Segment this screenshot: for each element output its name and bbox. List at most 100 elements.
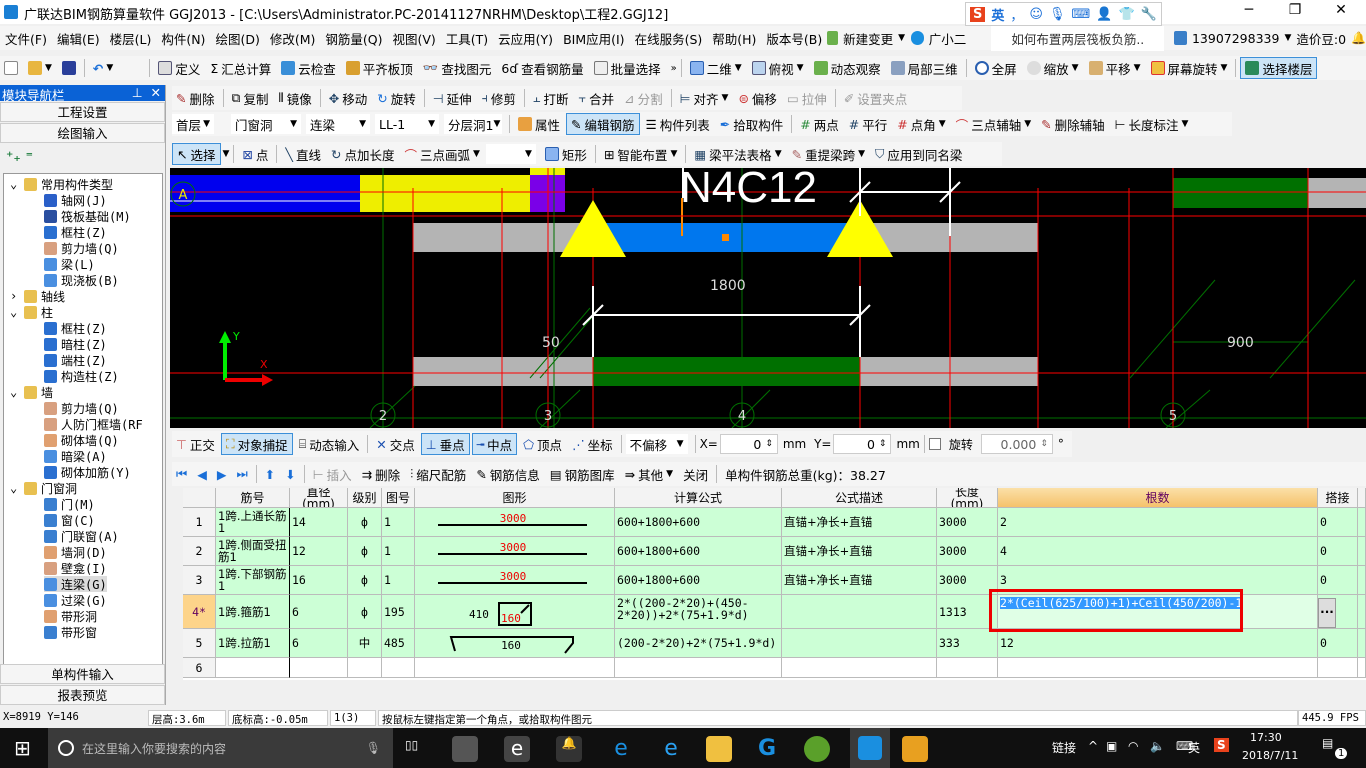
cell-len[interactable]: [937, 658, 998, 678]
drawing-canvas[interactable]: N4C12 1800 50 900 A 2 3 4 5 Y X: [170, 163, 1366, 429]
rebar-info-button[interactable]: ✎ 钢筋信息: [472, 463, 544, 485]
stretch-button[interactable]: ▭ 拉伸: [783, 87, 831, 109]
column-header[interactable]: 长度(mm): [937, 488, 998, 508]
mic-icon[interactable]: 🎙: [1049, 7, 1066, 22]
perpendicular-snap[interactable]: ⊥ 垂点: [420, 433, 470, 455]
x-input[interactable]: 0 ⇕: [719, 434, 778, 454]
cell-len[interactable]: 333: [937, 629, 998, 658]
cell-grade[interactable]: ф: [348, 537, 382, 566]
close-button[interactable]: ✕: [1318, 2, 1364, 22]
cell-fig[interactable]: 195: [382, 595, 415, 629]
emoji-icon[interactable]: ☺: [1029, 7, 1043, 22]
cell-name[interactable]: [216, 658, 290, 678]
pan-button[interactable]: 平移 ▼: [1085, 57, 1145, 79]
cell-len[interactable]: 3000: [937, 537, 998, 566]
cell-lap[interactable]: 0: [1318, 629, 1358, 658]
cell-count[interactable]: [998, 658, 1318, 678]
file-explorer-icon[interactable]: [706, 736, 732, 762]
component-list-button[interactable]: ☰ 构件列表: [642, 113, 714, 135]
cell-grade[interactable]: 中: [348, 629, 382, 658]
cell-formula[interactable]: 600+1800+600: [615, 508, 782, 537]
chevron-down-icon[interactable]: ▼: [898, 33, 905, 43]
cell-formula[interactable]: (200-2*20)+2*(75+1.9*d): [615, 629, 782, 658]
tree-item[interactable]: ⌄ 门窗洞: [10, 480, 77, 496]
offset-select[interactable]: 不偏移 ▼: [625, 434, 688, 454]
cell-count[interactable]: 2: [998, 508, 1318, 537]
cell-grade[interactable]: ф: [348, 595, 382, 629]
cell-fig[interactable]: 1: [382, 508, 415, 537]
tray-chevron-icon[interactable]: ^: [1088, 739, 1098, 753]
beam-table-button[interactable]: ▦ 梁平法表格 ▼: [690, 143, 785, 165]
category-select[interactable]: 门窗洞 ▼: [231, 114, 301, 134]
open-file-button[interactable]: ▼: [24, 57, 56, 79]
account-phone[interactable]: 13907298339: [1187, 31, 1284, 46]
cell-lap[interactable]: 0: [1318, 508, 1358, 537]
skin-icon[interactable]: 👕: [1118, 7, 1134, 22]
tree-item[interactable]: 构造柱(Z): [44, 368, 119, 384]
minimize-button[interactable]: ─: [1226, 2, 1272, 22]
cell-lap[interactable]: 0: [1318, 566, 1358, 595]
move-button[interactable]: ✥ 移动: [325, 87, 372, 109]
insert-row-button[interactable]: ⊢ 插入: [309, 463, 356, 485]
apply-same-beam-button[interactable]: ⛉ 应用到同名梁: [871, 143, 966, 165]
edit-rebar-button[interactable]: ✎ 编辑钢筋: [566, 113, 640, 135]
restore-button[interactable]: ❐: [1272, 2, 1318, 22]
dynamic-input-toggle[interactable]: ⌸ 动态输入: [295, 433, 364, 455]
new-file-button[interactable]: [0, 57, 22, 79]
green-browser-icon[interactable]: [804, 736, 830, 762]
cell-name[interactable]: 1跨.上通长筋1: [216, 508, 290, 537]
prev-row-button[interactable]: ◀: [193, 463, 211, 485]
keyboard-icon[interactable]: ⌨: [1071, 7, 1090, 22]
tree-item[interactable]: ⌄ 常用构件类型: [10, 176, 113, 192]
mirror-button[interactable]: ⫴ 镜像: [274, 87, 315, 109]
wrench-icon[interactable]: 🔧: [1141, 7, 1157, 22]
cell-name[interactable]: 1跨.侧面受扭筋1: [216, 537, 290, 566]
cell-desc[interactable]: 直锚+净长+直锚: [782, 508, 937, 537]
row-number[interactable]: 6: [183, 658, 216, 678]
cell-desc[interactable]: [782, 595, 937, 629]
select-floor-button[interactable]: 选择楼层: [1240, 57, 1318, 79]
find-element-button[interactable]: 👓 查找图元: [419, 57, 496, 79]
bell-icon[interactable]: 🔔: [1351, 31, 1366, 45]
cell-fig[interactable]: 1: [382, 566, 415, 595]
wifi-icon[interactable]: ◠: [1128, 739, 1138, 753]
ime-punct[interactable]: ，: [1010, 5, 1023, 24]
tray-app-icon[interactable]: ▣: [1106, 739, 1117, 753]
tree-item[interactable]: 门(M): [44, 496, 95, 512]
cell-d[interactable]: 12: [290, 537, 348, 566]
clock-date[interactable]: 2018/7/11: [1242, 749, 1298, 762]
layer-select[interactable]: 分层洞1 ▼: [444, 114, 502, 134]
cell-count[interactable]: 4: [998, 537, 1318, 566]
volume-icon[interactable]: 🔈: [1150, 739, 1165, 753]
undo-button[interactable]: ↶ ▼: [89, 57, 117, 79]
tree-item[interactable]: 人防门框墙(RF: [44, 416, 143, 432]
offset-button[interactable]: ⊜ 偏移: [734, 87, 781, 109]
midpoint-snap[interactable]: ╼ 中点: [471, 433, 518, 455]
tree-item[interactable]: 砌体加筋(Y): [44, 464, 131, 480]
first-row-button[interactable]: ⏮: [172, 463, 191, 485]
batch-select-button[interactable]: 批量选择: [590, 57, 665, 79]
chevron-down-icon[interactable]: ⌄: [10, 385, 20, 399]
split-button[interactable]: ⊿ 分割: [620, 87, 667, 109]
cell-grade[interactable]: [348, 658, 382, 678]
align-slab-top-button[interactable]: 平齐板顶: [342, 57, 417, 79]
three-point-arc-button[interactable]: ⌒ 三点画弧 ▼: [400, 143, 483, 165]
screen-rotate-button[interactable]: 屏幕旋转 ▼: [1147, 57, 1232, 79]
scale-rebar-button[interactable]: ⫶ 缩尺配筋: [406, 463, 470, 485]
taskbar-search[interactable]: 在这里输入你要搜索的内容 🎙: [48, 728, 393, 768]
column-header[interactable]: 图形: [415, 488, 615, 508]
cell-formula[interactable]: [615, 658, 782, 678]
ime-lang[interactable]: 英: [991, 5, 1004, 24]
expand-all-icon[interactable]: ⁺₊ ⁼: [6, 149, 33, 165]
break-button[interactable]: ⫠ 打断: [529, 87, 573, 109]
cell-count[interactable]: 12: [998, 629, 1318, 658]
tree-item[interactable]: 墙洞(D): [44, 544, 107, 560]
menu-draw[interactable]: 绘图(D): [210, 29, 264, 48]
cell-name[interactable]: 1跨.拉筋1: [216, 629, 290, 658]
close-panel-icon[interactable]: ✕: [151, 85, 161, 100]
cell-d[interactable]: 16: [290, 566, 348, 595]
save-button[interactable]: [58, 57, 80, 79]
cell-grade[interactable]: ф: [348, 508, 382, 537]
menu-component[interactable]: 构件(N): [156, 29, 210, 48]
row-number[interactable]: 3: [183, 566, 216, 595]
